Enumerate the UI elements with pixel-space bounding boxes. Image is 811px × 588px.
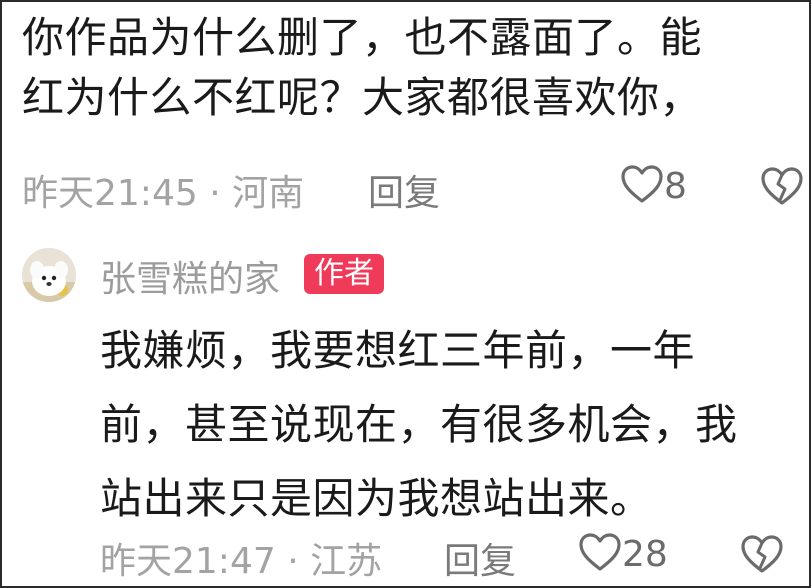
comment-time: 昨天21:45	[22, 173, 198, 214]
comment-line: 你作品为什么删了，也不露面了。能	[22, 13, 703, 62]
username[interactable]: 张雪糕的家	[100, 250, 280, 302]
reply-line: 前，甚至说现在，有很多机会，我	[100, 400, 738, 449]
reply-button[interactable]: 回复	[444, 532, 516, 584]
reply-time: 昨天21:47	[100, 541, 276, 582]
comment-location: 河南	[232, 173, 305, 214]
dislike-button[interactable]	[740, 534, 784, 583]
reply-time-location: 昨天21:47 · 江苏	[100, 532, 382, 584]
comment-time-location: 昨天21:45 · 河南	[22, 164, 304, 216]
comment-thread: 你作品为什么删了，也不露面了。能 红为什么不红呢？大家都很喜欢你， 昨天21:4…	[0, 0, 811, 588]
like-button[interactable]: 8	[620, 164, 687, 207]
avatar[interactable]	[22, 248, 76, 302]
like-count: 8	[664, 166, 687, 207]
meta-separator: ·	[209, 173, 221, 214]
comment-meta: 昨天21:45 · 河南 回复 8	[22, 164, 803, 216]
reply-body: 我嫌烦，我要想红三年前，一年 前，甚至说现在，有很多机会，我 站出来只是因为我想…	[100, 314, 800, 536]
broken-heart-icon	[741, 535, 783, 573]
dislike-button[interactable]	[760, 166, 804, 215]
broken-heart-icon	[761, 167, 803, 205]
like-count: 28	[622, 534, 668, 575]
author-badge: 作者	[304, 254, 384, 294]
reply-location: 江苏	[310, 541, 383, 582]
heart-icon	[579, 533, 621, 571]
heart-icon	[621, 165, 663, 203]
meta-separator: ·	[287, 541, 299, 582]
reply-button[interactable]: 回复	[368, 164, 440, 216]
reply-line: 站出来只是因为我想站出来。	[100, 474, 653, 523]
dog-avatar-icon	[22, 248, 76, 302]
like-button[interactable]: 28	[578, 532, 668, 575]
comment-body: 你作品为什么删了，也不露面了。能 红为什么不红呢？大家都很喜欢你，	[22, 8, 797, 128]
reply-meta: 昨天21:47 · 江苏 回复 28	[100, 532, 790, 582]
comment-line: 红为什么不红呢？大家都很喜欢你，	[22, 73, 703, 122]
reply-line: 我嫌烦，我要想红三年前，一年	[100, 326, 696, 375]
